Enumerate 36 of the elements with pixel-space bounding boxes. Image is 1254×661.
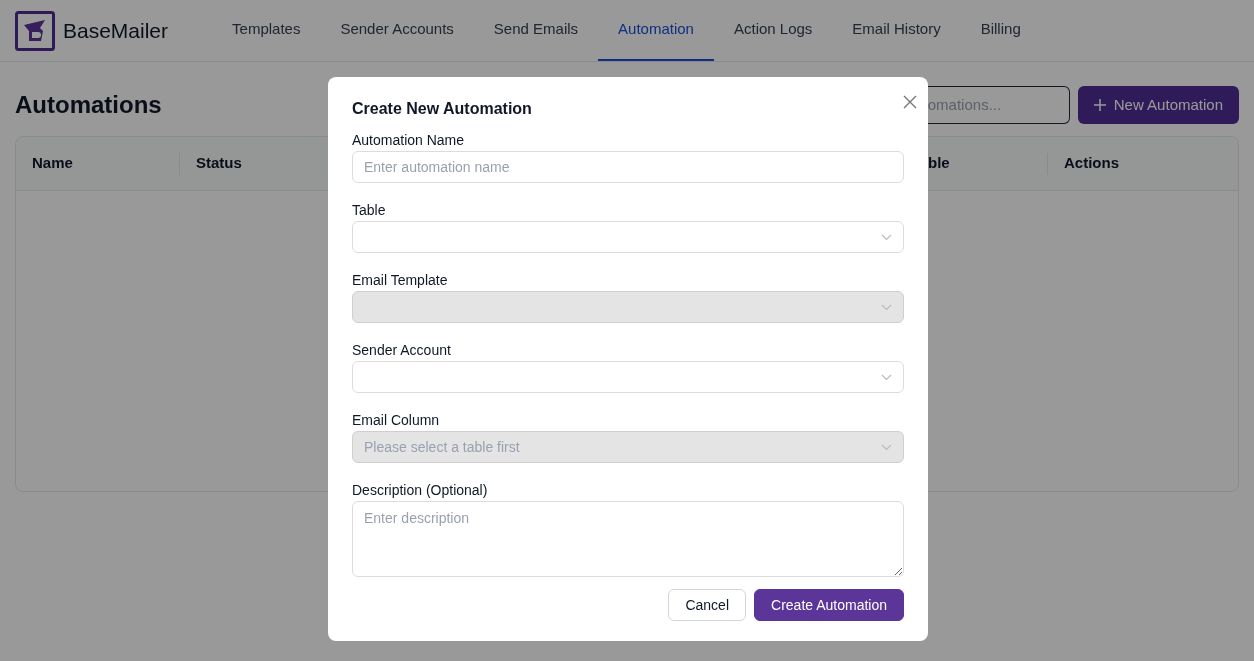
select-field[interactable] bbox=[352, 221, 904, 253]
dialog-title: Create New Automation bbox=[352, 99, 532, 119]
new-automation-button[interactable]: New Automation bbox=[1077, 86, 1239, 124]
plus-icon bbox=[1093, 99, 1106, 111]
cancel-button[interactable]: Cancel bbox=[668, 589, 747, 621]
field-label: Email Template bbox=[352, 271, 449, 290]
field-label: Email Column bbox=[352, 411, 441, 430]
field-label: Automation Name bbox=[352, 131, 466, 150]
chevron-down-icon bbox=[881, 303, 892, 311]
logo-icon bbox=[15, 10, 55, 51]
nav-tab[interactable]: Action Logs bbox=[713, 0, 833, 61]
create-button[interactable]: Create Automation bbox=[754, 589, 904, 621]
app-name: BaseMailer bbox=[63, 17, 169, 44]
column-header: ble bbox=[928, 153, 950, 174]
chevron-down-icon bbox=[881, 373, 892, 381]
description-textarea[interactable]: Enter description bbox=[352, 501, 904, 577]
chevron-down-icon bbox=[881, 443, 892, 451]
close-button[interactable] bbox=[903, 95, 917, 109]
close-icon bbox=[903, 95, 917, 109]
text-input[interactable]: Enter automation name bbox=[352, 151, 904, 183]
select-field[interactable] bbox=[352, 361, 904, 393]
chevron-down-icon bbox=[881, 233, 892, 241]
nav-tab[interactable]: Billing bbox=[960, 0, 1041, 61]
nav-tab[interactable]: Send Emails bbox=[473, 0, 599, 61]
nav-tab[interactable]: Templates bbox=[212, 0, 321, 61]
column-header: Name bbox=[32, 153, 73, 174]
column-header: Status bbox=[196, 153, 242, 174]
field-label: Table bbox=[352, 201, 387, 220]
field-label: Description (Optional) bbox=[352, 481, 489, 500]
nav-tab[interactable]: Automation bbox=[598, 0, 714, 61]
column-header: Actions bbox=[1064, 153, 1119, 174]
select-field: Please select a table first bbox=[352, 431, 904, 463]
nav-tab[interactable]: Sender Accounts bbox=[320, 0, 474, 61]
field-label: Sender Account bbox=[352, 341, 452, 360]
nav-tab[interactable]: Email History bbox=[832, 0, 961, 61]
page-title: Automations bbox=[15, 90, 162, 120]
